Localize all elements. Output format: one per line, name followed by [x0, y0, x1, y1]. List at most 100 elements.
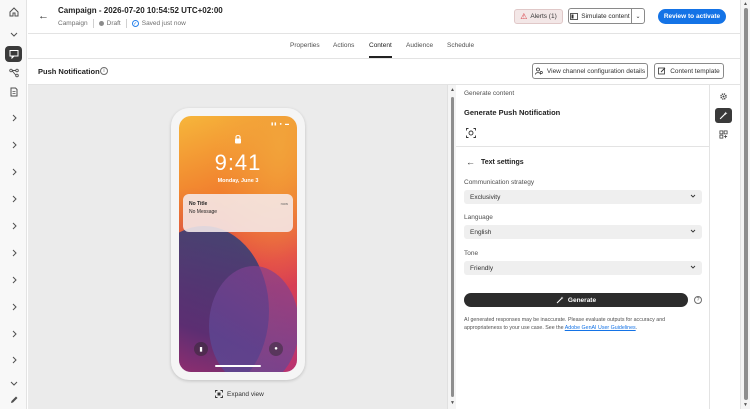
simulate-icon: [570, 12, 579, 20]
left-rail: [0, 0, 27, 409]
journey-icon[interactable]: [5, 65, 22, 81]
chevron-down-icon: [690, 194, 696, 198]
campaign-meta: Campaign Draft ✓ Saved just now: [58, 19, 186, 28]
chevron-right-icon[interactable]: [5, 218, 22, 234]
chevron-right-icon[interactable]: [5, 272, 22, 288]
language-select[interactable]: English: [464, 225, 702, 239]
scrollbar-thumb[interactable]: [744, 8, 748, 400]
channel-config-label: View channel configuration details: [546, 67, 646, 75]
wallpaper-shape: [209, 266, 297, 372]
campaign-header: ← Campaign - 2026-07-20 10:54:52 UTC+02:…: [28, 0, 740, 34]
chevron-right-icon[interactable]: [5, 352, 22, 368]
preview-scrollbar[interactable]: ▲ ▼: [447, 85, 456, 409]
tab-bar: Properties Actions Content Audience Sche…: [28, 34, 740, 59]
lockscreen-date: Monday, June 3: [217, 178, 259, 184]
edit-pencil-icon[interactable]: [5, 392, 22, 408]
notification-title: No Title: [189, 201, 208, 207]
alerts-label: Alerts (1): [530, 13, 557, 20]
alerts-button[interactable]: ⚠ Alerts (1): [514, 9, 563, 24]
phone-screen: ▮▮ ● ▬ 9:41 Monday, June 3 No Title No M…: [179, 116, 297, 372]
scroll-up-icon[interactable]: ▲: [743, 1, 748, 7]
help-icon[interactable]: ?: [694, 296, 702, 304]
chevron-down-icon[interactable]: ⌄: [631, 9, 644, 23]
saved-status: ✓ Saved just now: [131, 20, 186, 27]
home-indicator: [215, 365, 261, 367]
expand-view-button[interactable]: Expand view: [215, 390, 264, 398]
breadcrumb: Campaign: [58, 20, 88, 27]
checkmark-icon: ✓: [131, 20, 139, 27]
flashlight-icon: ▮: [194, 342, 208, 356]
lock-icon: [235, 134, 241, 144]
magic-wand-icon[interactable]: [715, 108, 732, 123]
generate-content-panel: Generate content Generate Push Notificat…: [456, 85, 710, 409]
chevron-down-icon[interactable]: [5, 378, 22, 388]
view-channel-config-button[interactable]: View channel configuration details: [532, 63, 648, 79]
scroll-down-icon[interactable]: ▼: [450, 400, 455, 406]
preview-canvas: ▮▮ ● ▬ 9:41 Monday, June 3 No Title No M…: [28, 85, 447, 409]
status-dot-icon: [98, 21, 104, 26]
scroll-up-icon[interactable]: ▲: [450, 87, 455, 93]
content-template-button[interactable]: Content template: [654, 63, 724, 79]
right-rail: [710, 85, 740, 409]
generate-label: Generate: [567, 296, 597, 304]
language-value: English: [470, 228, 492, 236]
push-notification-card[interactable]: No Title No Message now: [183, 194, 293, 232]
document-icon[interactable]: [5, 84, 22, 100]
chevron-right-icon[interactable]: [5, 137, 22, 153]
chevron-right-icon[interactable]: [5, 326, 22, 342]
tab-actions[interactable]: Actions: [333, 42, 354, 49]
phone-mockup: ▮▮ ● ▬ 9:41 Monday, June 3 No Title No M…: [171, 108, 305, 380]
tab-properties[interactable]: Properties: [290, 42, 320, 49]
tone-select[interactable]: Friendly: [464, 261, 702, 275]
language-label: Language: [464, 214, 493, 221]
chevron-right-icon[interactable]: [5, 299, 22, 315]
communication-strategy-value: Exclusivity: [470, 193, 501, 201]
simulate-content-button[interactable]: Simulate content ⌄: [568, 8, 645, 24]
status-label: Draft: [106, 20, 121, 27]
simulate-main[interactable]: Simulate content: [569, 9, 631, 23]
section-title: Text settings: [481, 159, 524, 166]
window-scrollbar[interactable]: ▲ ▼: [740, 0, 750, 409]
expand-icon: [215, 390, 223, 398]
info-icon[interactable]: i: [100, 67, 108, 75]
divider: [456, 146, 710, 147]
tone-value: Friendly: [470, 264, 494, 272]
message-icon[interactable]: [5, 46, 22, 62]
gear-icon[interactable]: [715, 89, 732, 104]
notification-message: No Message: [189, 209, 218, 215]
content-template-label: Content template: [670, 67, 720, 75]
generate-button[interactable]: Generate: [464, 293, 688, 307]
home-icon[interactable]: [5, 4, 22, 20]
user-settings-icon: [535, 67, 543, 75]
image-scan-icon[interactable]: [466, 128, 476, 138]
status-badge: Draft: [98, 20, 121, 27]
scrollbar-thumb[interactable]: [451, 97, 454, 397]
chevron-right-icon[interactable]: [5, 164, 22, 180]
expand-view-label: Expand view: [227, 390, 264, 398]
assets-grid-icon[interactable]: [715, 127, 732, 142]
panel-subtitle: Generate content: [464, 90, 515, 97]
template-icon: [658, 67, 666, 75]
back-arrow-icon[interactable]: ←: [38, 10, 49, 22]
page-title: Push Notification: [38, 67, 100, 76]
signal-wifi-battery-icon: ▮▮ ● ▬: [270, 121, 290, 126]
lockscreen-time: 9:41: [214, 150, 262, 175]
chevron-down-icon[interactable]: [5, 26, 22, 42]
tab-content[interactable]: Content: [369, 42, 392, 58]
back-arrow-icon[interactable]: ←: [466, 157, 475, 167]
tone-label: Tone: [464, 250, 479, 257]
tab-schedule[interactable]: Schedule: [447, 42, 474, 49]
tab-audience[interactable]: Audience: [406, 42, 433, 49]
chevron-down-icon: [690, 229, 696, 233]
saved-label: Saved just now: [141, 20, 186, 27]
camera-icon: ●: [269, 342, 283, 356]
chevron-right-icon[interactable]: [5, 245, 22, 261]
chevron-right-icon[interactable]: [5, 110, 22, 126]
chevron-right-icon[interactable]: [5, 191, 22, 207]
magic-wand-icon: [556, 296, 564, 304]
communication-strategy-select[interactable]: Exclusivity: [464, 190, 702, 204]
genai-guidelines-link[interactable]: Adobe GenAI User Guidelines: [565, 325, 636, 331]
scroll-down-icon[interactable]: ▼: [743, 402, 748, 408]
review-to-activate-button[interactable]: Review to activate: [658, 9, 726, 24]
panel-title: Generate Push Notification: [464, 108, 561, 117]
